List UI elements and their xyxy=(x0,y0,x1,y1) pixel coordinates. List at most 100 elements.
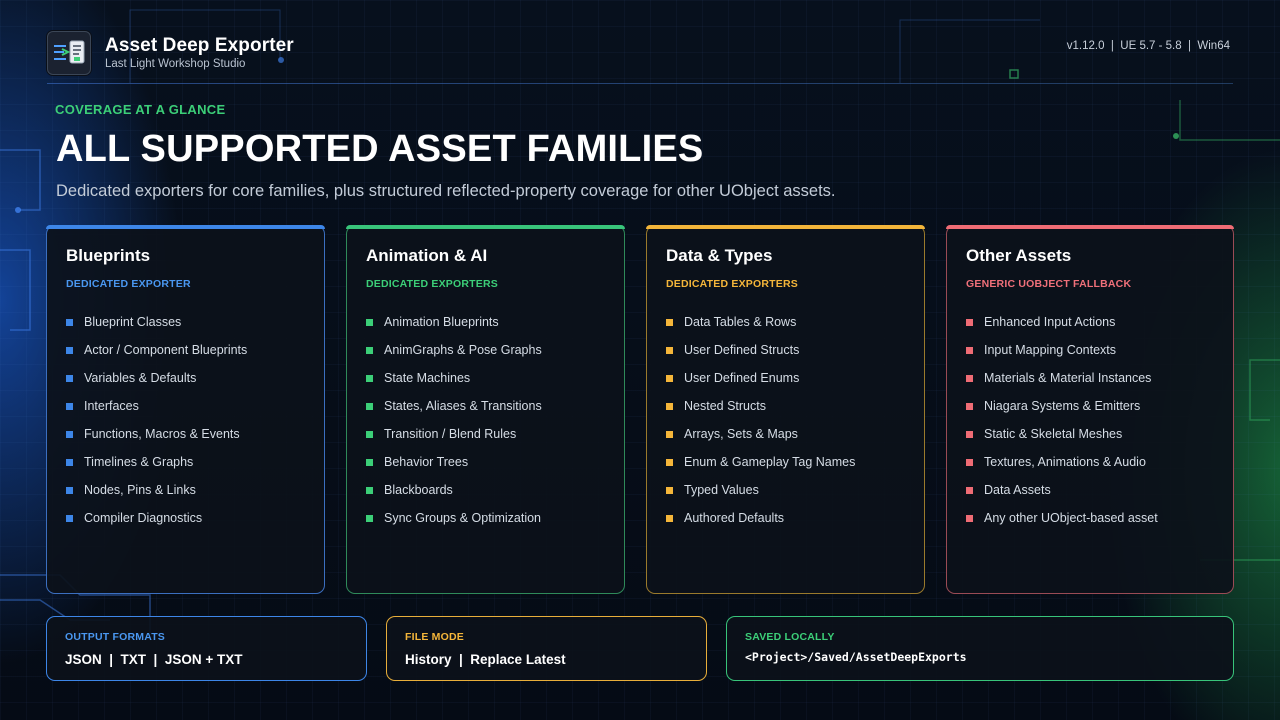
saved-path-value: <Project>/Saved/AssetDeepExports xyxy=(745,650,967,664)
list-item-label: AnimGraphs & Pose Graphs xyxy=(384,343,542,357)
list-item: Actor / Component Blueprints xyxy=(66,336,247,364)
list-item-label: States, Aliases & Transitions xyxy=(384,399,542,413)
bullet-square-icon xyxy=(666,346,673,354)
list-item: User Defined Enums xyxy=(666,364,855,392)
bullet-square-icon xyxy=(966,346,973,354)
card-title: Data & Types xyxy=(666,246,773,265)
list-item-label: Textures, Animations & Audio xyxy=(984,455,1146,469)
bullet-square-icon xyxy=(966,514,973,522)
section-eyebrow: COVERAGE AT A GLANCE xyxy=(55,102,226,117)
bullet-square-icon xyxy=(966,318,973,326)
feature-list: Blueprint Classes Actor / Component Blue… xyxy=(66,308,247,532)
bullet-square-icon xyxy=(666,402,673,410)
feature-list: Enhanced Input Actions Input Mapping Con… xyxy=(966,308,1158,532)
list-item: Animation Blueprints xyxy=(366,308,542,336)
page-headline: ALL SUPPORTED ASSET FAMILIES xyxy=(56,128,704,170)
list-item: Transition / Blend Rules xyxy=(366,420,542,448)
bullet-square-icon xyxy=(366,374,373,382)
list-item-label: Sync Groups & Optimization xyxy=(384,511,542,525)
card-title: Other Assets xyxy=(966,246,1072,265)
list-item: Variables & Defaults xyxy=(66,364,247,392)
export-document-icon xyxy=(54,40,85,64)
bullet-square-icon xyxy=(66,318,73,326)
list-item-label: Timelines & Graphs xyxy=(84,455,194,469)
bullet-square-icon xyxy=(66,346,73,354)
list-item: Data Tables & Rows xyxy=(666,308,855,336)
bullet-square-icon xyxy=(666,430,673,438)
list-item: Blackboards xyxy=(366,476,542,504)
card-title: Animation & AI xyxy=(366,246,488,265)
bullet-square-icon xyxy=(666,514,673,522)
card-blueprints: Blueprints DEDICATED EXPORTER Blueprint … xyxy=(46,225,325,594)
feature-list: Data Tables & Rows User Defined Structs … xyxy=(666,308,855,532)
list-item: Timelines & Graphs xyxy=(66,448,247,476)
list-item: AnimGraphs & Pose Graphs xyxy=(366,336,542,364)
app-title: Asset Deep Exporter xyxy=(105,35,294,56)
bullet-square-icon xyxy=(366,318,373,326)
list-item: Any other UObject-based asset xyxy=(966,504,1158,532)
list-item-label: Typed Values xyxy=(684,483,759,497)
app-logo-icon xyxy=(47,31,91,75)
bullet-square-icon xyxy=(66,402,73,410)
list-item-label: Arrays, Sets & Maps xyxy=(684,427,798,441)
list-item: Textures, Animations & Audio xyxy=(966,448,1158,476)
list-item: Interfaces xyxy=(66,392,247,420)
list-item: Static & Skeletal Meshes xyxy=(966,420,1158,448)
list-item-label: Enhanced Input Actions xyxy=(984,315,1116,329)
list-item-label: Materials & Material Instances xyxy=(984,371,1152,385)
list-item-label: Compiler Diagnostics xyxy=(84,511,203,525)
bullet-square-icon xyxy=(666,318,673,326)
list-item-label: Actor / Component Blueprints xyxy=(84,343,248,357)
list-item: Sync Groups & Optimization xyxy=(366,504,542,532)
bullet-square-icon xyxy=(366,458,373,466)
page-subheading: Dedicated exporters for core families, p… xyxy=(56,182,836,200)
bullet-square-icon xyxy=(66,374,73,382)
list-item: Blueprint Classes xyxy=(66,308,247,336)
card-tag: DEDICATED EXPORTERS xyxy=(366,278,498,290)
file-mode-value: History | Replace Latest xyxy=(405,652,566,667)
list-item-label: Any other UObject-based asset xyxy=(984,511,1158,525)
list-item: Behavior Trees xyxy=(366,448,542,476)
list-item: Compiler Diagnostics xyxy=(66,504,247,532)
bullet-square-icon xyxy=(966,374,973,382)
card-accent-bar xyxy=(346,225,625,229)
output-formats-label: OUTPUT FORMATS xyxy=(65,631,166,643)
card-other-assets: Other Assets GENERIC UOBJECT FALLBACK En… xyxy=(946,225,1234,594)
header-divider xyxy=(47,83,1233,84)
saved-locally-box: SAVED LOCALLY <Project>/Saved/AssetDeepE… xyxy=(726,616,1234,681)
card-tag: DEDICATED EXPORTERS xyxy=(666,278,798,290)
bullet-square-icon xyxy=(366,486,373,494)
list-item: Enum & Gameplay Tag Names xyxy=(666,448,855,476)
bullet-square-icon xyxy=(666,458,673,466)
card-title: Blueprints xyxy=(66,246,151,265)
bullet-square-icon xyxy=(966,486,973,494)
output-formats-box: OUTPUT FORMATS JSON | TXT | JSON + TXT xyxy=(46,616,367,681)
list-item-label: User Defined Enums xyxy=(684,371,800,385)
output-formats-value: JSON | TXT | JSON + TXT xyxy=(65,652,243,667)
card-accent-bar xyxy=(946,225,1234,229)
file-mode-label: FILE MODE xyxy=(405,631,464,643)
card-accent-bar xyxy=(46,225,325,229)
version-info: v1.12.0 | UE 5.7 - 5.8 | Win64 xyxy=(1066,40,1230,52)
list-item: Niagara Systems & Emitters xyxy=(966,392,1158,420)
bullet-square-icon xyxy=(666,374,673,382)
list-item-label: Variables & Defaults xyxy=(84,371,197,385)
list-item-label: State Machines xyxy=(384,371,471,385)
bullet-square-icon xyxy=(366,514,373,522)
card-tag: GENERIC UOBJECT FALLBACK xyxy=(966,278,1132,290)
bullet-square-icon xyxy=(66,458,73,466)
card-data-types: Data & Types DEDICATED EXPORTERS Data Ta… xyxy=(646,225,925,594)
list-item-label: User Defined Structs xyxy=(684,343,800,357)
list-item-label: Blackboards xyxy=(384,483,453,497)
bullet-square-icon xyxy=(66,486,73,494)
bullet-square-icon xyxy=(366,430,373,438)
list-item: Nodes, Pins & Links xyxy=(66,476,247,504)
bullet-square-icon xyxy=(366,346,373,354)
bullet-square-icon xyxy=(366,402,373,410)
list-item: State Machines xyxy=(366,364,542,392)
list-item-label: Blueprint Classes xyxy=(84,315,182,329)
list-item-label: Nodes, Pins & Links xyxy=(84,483,196,497)
card-accent-bar xyxy=(646,225,925,229)
list-item: Functions, Macros & Events xyxy=(66,420,247,448)
list-item-label: Enum & Gameplay Tag Names xyxy=(684,455,856,469)
